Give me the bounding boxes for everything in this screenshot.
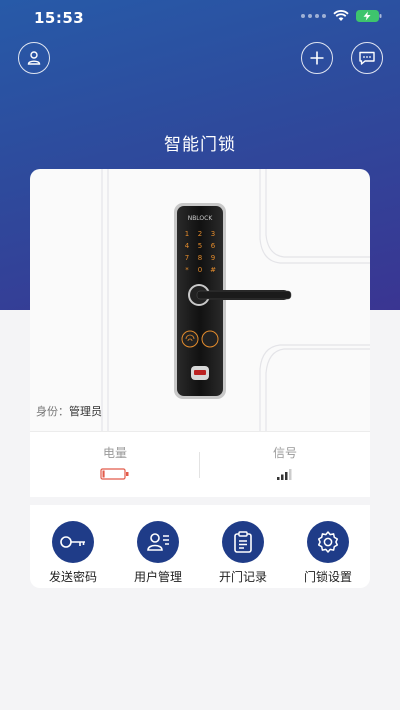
keypad-key: 6: [211, 242, 216, 250]
keypad-key: 3: [211, 230, 215, 238]
message-button[interactable]: [351, 42, 383, 74]
battery-stat: 电量: [30, 432, 200, 498]
keypad-key: 1: [185, 230, 189, 238]
battery-charging-icon: [356, 10, 382, 22]
keypad-key: 2: [198, 230, 202, 238]
user-management-icon-circle: [137, 521, 179, 563]
wifi-icon: [333, 10, 349, 21]
keypad-key: 9: [211, 254, 215, 262]
unlock-records-icon-circle: [222, 521, 264, 563]
signal-bars-icon: [277, 469, 292, 480]
battery-low-icon: [100, 468, 129, 480]
smart-lock-image: NBLOCK 1 2 3 4 5 6 7 8 9 * 0 #: [174, 203, 292, 399]
keypad-key: 5: [198, 242, 202, 250]
lock-settings-icon-circle: [307, 521, 349, 563]
status-bar: 15:53: [0, 0, 400, 36]
keypad-key: 8: [198, 254, 202, 262]
identity-label: 身份：: [36, 405, 69, 418]
plus-icon: [310, 51, 324, 65]
lock-settings-button[interactable]: 门锁设置: [288, 521, 368, 585]
user-management-button[interactable]: 用户管理: [118, 521, 198, 585]
battery-label: 电量: [102, 446, 127, 460]
send-password-icon-circle: [52, 521, 94, 563]
keypad-key: *: [185, 266, 189, 274]
page-title: 智能门锁: [164, 135, 236, 155]
add-button[interactable]: [301, 42, 333, 74]
clipboard-icon: [234, 531, 252, 553]
identity-role: 管理员: [69, 405, 102, 418]
actions-card: 发送密码 用户管理 开门记录 门锁设置: [30, 505, 370, 588]
identity-info: 身份：管理员: [36, 403, 102, 419]
signal-stat: 信号: [200, 432, 370, 498]
keypad-key: 0: [198, 266, 202, 274]
signal-label: 信号: [272, 446, 297, 460]
status-time: 15:53: [34, 9, 85, 27]
user-icon: [27, 51, 41, 65]
message-icon: [359, 51, 375, 65]
lock-card: NBLOCK 1 2 3 4 5 6 7 8 9 * 0 # 身份：管理员: [30, 169, 370, 431]
unlock-records-label: 开门记录: [218, 570, 267, 584]
send-password-label: 发送密码: [48, 570, 97, 584]
gear-icon: [317, 531, 339, 553]
keypad-key: 7: [185, 254, 189, 262]
cellular-dots-icon: [301, 14, 326, 18]
lock-brand: NBLOCK: [188, 215, 214, 222]
status-card: 电量 信号: [30, 431, 370, 497]
unlock-records-button[interactable]: 开门记录: [203, 521, 283, 585]
keypad-key: #: [210, 266, 216, 274]
status-icons: [301, 10, 382, 22]
lock-settings-label: 门锁设置: [303, 570, 352, 584]
send-password-button[interactable]: 发送密码: [33, 521, 113, 585]
keypad-key: 4: [185, 242, 190, 250]
user-management-label: 用户管理: [133, 570, 182, 584]
user-manage-icon: [147, 533, 169, 551]
profile-button[interactable]: [18, 42, 50, 74]
key-icon: [60, 536, 85, 548]
